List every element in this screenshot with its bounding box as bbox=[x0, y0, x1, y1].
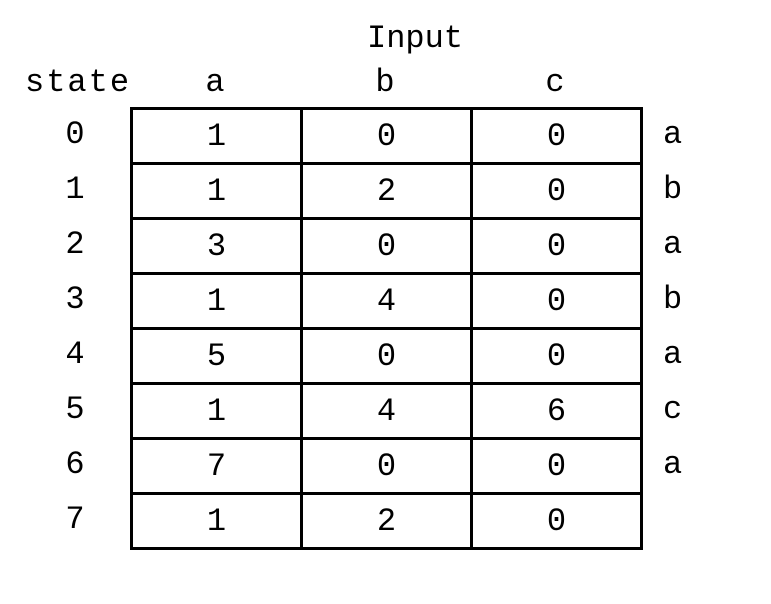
table-row: 3 0 0 bbox=[132, 219, 642, 274]
cell: 1 bbox=[132, 164, 302, 219]
cell: 3 bbox=[132, 219, 302, 274]
right-label bbox=[663, 492, 682, 547]
right-label: a bbox=[663, 107, 682, 162]
right-label: b bbox=[663, 272, 682, 327]
cell: 0 bbox=[302, 439, 472, 494]
state-label: 0 bbox=[20, 107, 130, 162]
cell: 1 bbox=[132, 109, 302, 164]
right-label: a bbox=[663, 217, 682, 272]
right-label: b bbox=[663, 162, 682, 217]
cell: 7 bbox=[132, 439, 302, 494]
state-header: state bbox=[20, 57, 130, 107]
cell: 0 bbox=[472, 164, 642, 219]
cell: 2 bbox=[302, 494, 472, 549]
cell: 5 bbox=[132, 329, 302, 384]
column-header-a: a bbox=[130, 57, 300, 107]
state-label: 4 bbox=[20, 327, 130, 382]
column-header-b: b bbox=[300, 57, 470, 107]
state-label: 7 bbox=[20, 492, 130, 547]
table-row: 1 2 0 bbox=[132, 164, 642, 219]
input-label: Input bbox=[180, 20, 650, 57]
cell: 0 bbox=[472, 439, 642, 494]
cell: 0 bbox=[302, 219, 472, 274]
cell: 0 bbox=[302, 109, 472, 164]
right-label-column: a b a b a c a bbox=[663, 57, 682, 547]
right-label: a bbox=[663, 327, 682, 382]
table-row: 1 0 0 bbox=[132, 109, 642, 164]
state-transition-table: Input state 0 1 2 3 4 5 6 7 a b c 1 0 0 bbox=[20, 20, 771, 550]
cell: 4 bbox=[302, 384, 472, 439]
state-column: state 0 1 2 3 4 5 6 7 bbox=[20, 57, 130, 547]
cell: 1 bbox=[132, 384, 302, 439]
state-label: 2 bbox=[20, 217, 130, 272]
state-label: 3 bbox=[20, 272, 130, 327]
table-row: 7 0 0 bbox=[132, 439, 642, 494]
column-headers: a b c bbox=[130, 57, 643, 107]
column-header-c: c bbox=[470, 57, 640, 107]
transition-table: 1 0 0 1 2 0 3 0 0 1 4 0 bbox=[130, 107, 643, 550]
cell: 2 bbox=[302, 164, 472, 219]
cell: 1 bbox=[132, 494, 302, 549]
cell: 6 bbox=[472, 384, 642, 439]
state-label: 6 bbox=[20, 437, 130, 492]
cell: 4 bbox=[302, 274, 472, 329]
right-label: c bbox=[663, 382, 682, 437]
cell: 1 bbox=[132, 274, 302, 329]
table-row: 1 4 6 bbox=[132, 384, 642, 439]
cell: 0 bbox=[472, 329, 642, 384]
cell: 0 bbox=[472, 219, 642, 274]
right-label: a bbox=[663, 437, 682, 492]
cell: 0 bbox=[472, 109, 642, 164]
cell: 0 bbox=[472, 274, 642, 329]
cell: 0 bbox=[302, 329, 472, 384]
table-row: 1 4 0 bbox=[132, 274, 642, 329]
table-row: 1 2 0 bbox=[132, 494, 642, 549]
state-label: 1 bbox=[20, 162, 130, 217]
state-label: 5 bbox=[20, 382, 130, 437]
cell: 0 bbox=[472, 494, 642, 549]
table-row: 5 0 0 bbox=[132, 329, 642, 384]
